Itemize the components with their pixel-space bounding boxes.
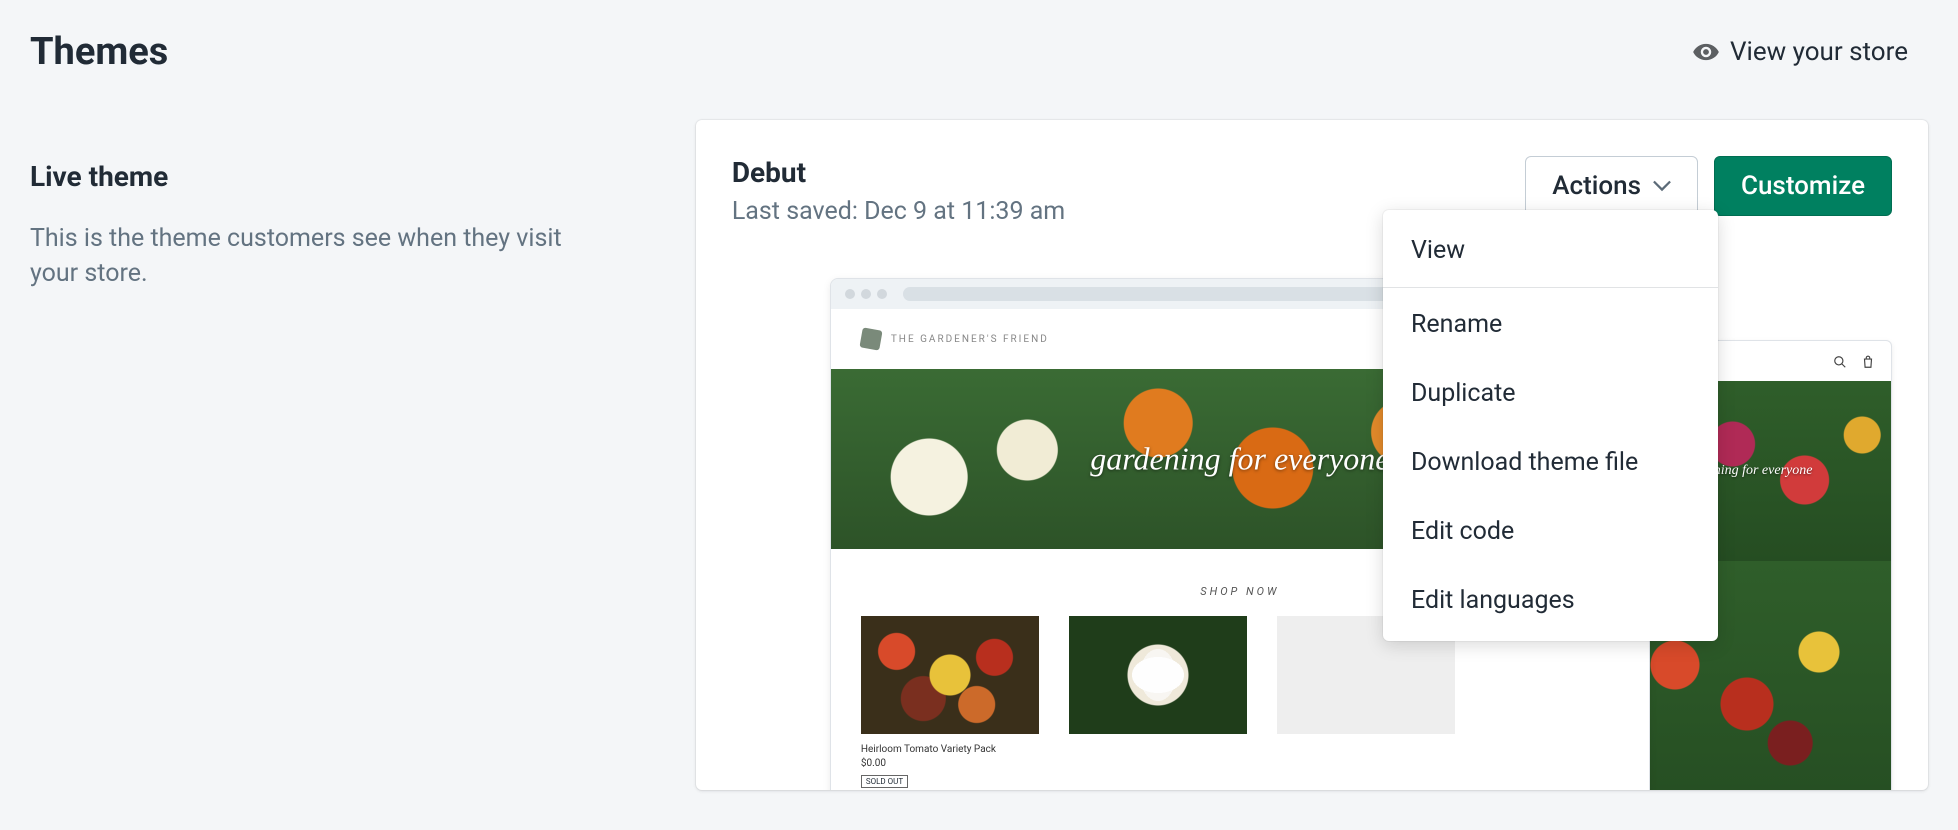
bag-icon (1861, 354, 1875, 368)
actions-item-view[interactable]: View (1383, 216, 1718, 285)
window-dot (845, 289, 855, 299)
search-icon (1833, 354, 1847, 368)
preview-product (1069, 616, 1247, 788)
actions-item-edit-languages[interactable]: Edit languages (1383, 566, 1718, 635)
live-theme-description: This is the theme customers see when the… (30, 221, 610, 291)
divider (1383, 287, 1718, 288)
soldout-badge: SOLD OUT (861, 775, 908, 788)
preview-product: Heirloom Tomato Variety Pack $0.00 SOLD … (861, 616, 1039, 788)
chevron-down-icon (1653, 180, 1671, 192)
product-name: Heirloom Tomato Variety Pack (861, 744, 1039, 755)
preview-tagline: gardening for everyone (1090, 441, 1389, 478)
product-price: $0.00 (861, 758, 1039, 769)
theme-last-saved: Last saved: Dec 9 at 11:39 am (732, 197, 1065, 226)
theme-name: Debut (732, 156, 1065, 189)
brand-logo-icon (859, 327, 882, 350)
page-title: Themes (30, 30, 168, 74)
view-store-label: View your store (1730, 37, 1908, 67)
actions-item-rename[interactable]: Rename (1383, 290, 1718, 359)
actions-item-edit-code[interactable]: Edit code (1383, 497, 1718, 566)
customize-button[interactable]: Customize (1714, 156, 1892, 216)
eye-icon (1692, 38, 1720, 66)
actions-button[interactable]: Actions (1525, 156, 1698, 216)
window-dot (877, 289, 887, 299)
window-dot (861, 289, 871, 299)
customize-button-label: Customize (1741, 171, 1865, 201)
live-theme-heading: Live theme (30, 160, 646, 193)
live-theme-card: Debut Last saved: Dec 9 at 11:39 am Acti… (696, 120, 1928, 790)
brand-name: THE GARDENER'S FRIEND (891, 334, 1049, 345)
preview-product (1277, 616, 1455, 788)
actions-dropdown: View Rename Duplicate Download theme fil… (1383, 210, 1718, 641)
actions-item-download[interactable]: Download theme file (1383, 428, 1718, 497)
view-store-link[interactable]: View your store (1692, 37, 1928, 67)
actions-item-duplicate[interactable]: Duplicate (1383, 359, 1718, 428)
actions-button-label: Actions (1552, 171, 1641, 201)
